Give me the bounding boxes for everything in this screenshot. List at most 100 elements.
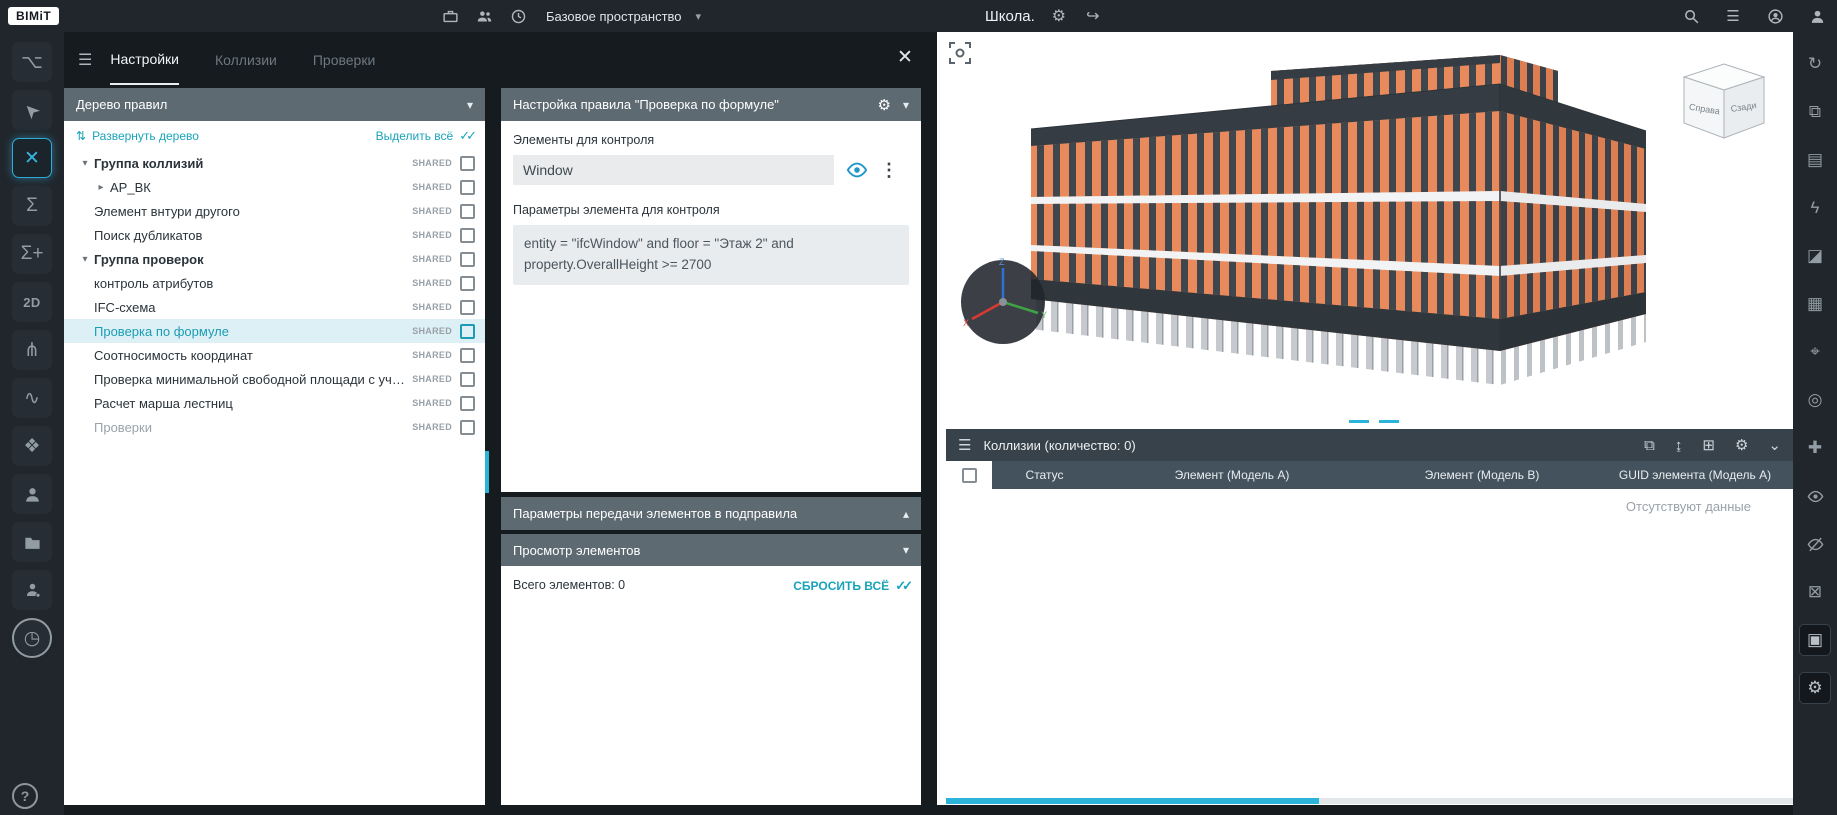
tree-item-checkbox[interactable] (460, 324, 475, 339)
2d-view-icon[interactable]: 2D (12, 282, 52, 322)
project-folder-icon[interactable] (12, 522, 52, 562)
tree-item-checkbox[interactable] (460, 420, 475, 435)
fit-height-icon[interactable]: ↨ (1675, 437, 1683, 454)
app-logo[interactable]: BIMiT (8, 7, 59, 25)
layers-icon[interactable]: ⧉ (1799, 96, 1831, 128)
workspace-switcher[interactable]: Базовое пространство ▾ (440, 6, 701, 26)
table-settings-gear-icon[interactable]: ⚙ (1735, 436, 1748, 454)
viewport-3d[interactable]: Z X Y Справа Сзади ☰ Коллизии (количеств… (937, 32, 1793, 805)
project-settings-gear-icon[interactable]: ⚙ (1049, 6, 1069, 26)
ruler-icon[interactable]: ▤ (1799, 144, 1831, 176)
tree-item[interactable]: Элемент внтури другого SHARED (64, 199, 485, 223)
circle-select-icon[interactable]: ◎ (1799, 384, 1831, 416)
tree-item[interactable]: ▾ Группа проверок SHARED (64, 247, 485, 271)
rules-tree-header[interactable]: Дерево правил ▾ (64, 88, 485, 121)
close-panel-icon[interactable]: ✕ (897, 46, 913, 69)
cube-view-icon[interactable]: ▣ (1799, 624, 1831, 656)
horizontal-scrollbar-thumb[interactable] (946, 798, 1319, 804)
hierarchy-icon[interactable]: ⋔ (12, 330, 52, 370)
caret-right-icon[interactable]: ▸ (92, 182, 110, 193)
view-elements-header[interactable]: Просмотр элементов ▾ (501, 534, 921, 566)
viewport-settings-gear-icon[interactable]: ⚙ (1799, 672, 1831, 704)
hide-eye-icon[interactable] (1799, 528, 1831, 560)
orbit-icon[interactable]: ↻ (1799, 48, 1831, 80)
expand-tree-icon[interactable]: ⇅ (76, 129, 86, 143)
section-icon[interactable]: ◪ (1799, 240, 1831, 272)
account-icon[interactable] (1765, 6, 1785, 26)
column-element-b[interactable]: Элемент (Модель B) (1367, 461, 1597, 489)
select-all-link[interactable]: Выделить всё (376, 129, 454, 143)
users-tool-icon[interactable] (12, 474, 52, 514)
users-icon[interactable] (474, 6, 494, 26)
collapse-caret-icon[interactable]: ▾ (467, 98, 473, 112)
tree-item[interactable]: Проверка минимальной свободной площади с… (64, 367, 485, 391)
rule-settings-header[interactable]: Настройка правила "Проверка по формуле" … (501, 88, 921, 121)
tree-item-checkbox[interactable] (460, 228, 475, 243)
tab-checks[interactable]: Проверки (313, 36, 375, 84)
summary-plus-icon[interactable]: Σ+ (12, 234, 52, 274)
select-all-checkbox[interactable] (962, 468, 977, 483)
tree-item[interactable]: Соотносимость координат SHARED (64, 343, 485, 367)
collapse-chevron-icon[interactable]: ⌄ (1768, 436, 1781, 454)
tree-item[interactable]: Поиск дубликатов SHARED (64, 223, 485, 247)
user-location-icon[interactable] (12, 570, 52, 610)
measure-icon[interactable]: ✚ (1799, 432, 1831, 464)
copy-icon[interactable]: ⧉ (1644, 437, 1655, 454)
tree-item-checkbox[interactable] (460, 300, 475, 315)
tree-item-checkbox[interactable] (460, 156, 475, 171)
building-model[interactable] (1017, 47, 1717, 447)
transfer-params-header[interactable]: Параметры передачи элементов в подправил… (501, 497, 921, 530)
collision-rules-icon[interactable]: ✕ (12, 138, 52, 178)
tree-item-checkbox[interactable] (460, 396, 475, 411)
caret-down-icon[interactable]: ▾ (76, 254, 94, 265)
tree-item-checkbox[interactable] (460, 372, 475, 387)
grid-icon[interactable]: ▦ (1799, 288, 1831, 320)
rule-gear-icon[interactable]: ⚙ (878, 96, 891, 114)
help-button[interactable]: ? (12, 783, 38, 809)
collapse-caret-icon[interactable]: ▾ (903, 98, 909, 112)
select-cursor-icon[interactable]: ➤ (12, 90, 52, 130)
panel-resize-handle[interactable] (1349, 420, 1399, 423)
more-options-icon[interactable]: ⋮ (880, 160, 898, 181)
toolbox-icon[interactable] (440, 6, 460, 26)
tree-item[interactable]: контроль атрибутов SHARED (64, 271, 485, 295)
collapse-caret-icon[interactable]: ▾ (903, 543, 909, 557)
user-profile-icon[interactable] (1807, 6, 1827, 26)
tab-collisions[interactable]: Коллизии (215, 36, 277, 84)
column-guid-a[interactable]: GUID элемента (Модель А) (1597, 461, 1793, 489)
summary-icon[interactable]: Σ (12, 186, 52, 226)
history-clock-icon[interactable] (508, 6, 528, 26)
expand-tree-link[interactable]: Развернуть дерево (92, 129, 199, 143)
tree-item-checkbox[interactable] (460, 252, 475, 267)
axis-gizmo[interactable]: Z X Y (955, 254, 1051, 350)
share-icon[interactable]: ↪ (1083, 6, 1103, 26)
tree-item-selected[interactable]: Проверка по формуле SHARED (64, 319, 485, 343)
collisions-menu-icon[interactable]: ☰ (958, 436, 971, 454)
hide-box-icon[interactable]: ⊠ (1799, 576, 1831, 608)
tree-item[interactable]: Проверки SHARED (64, 415, 485, 439)
tree-item[interactable]: Расчет марша лестниц SHARED (64, 391, 485, 415)
eye-visibility-icon[interactable] (846, 159, 868, 181)
fit-view-icon[interactable] (947, 40, 973, 71)
formula-editor[interactable]: entity = "ifcWindow" and floor = "Этаж 2… (513, 225, 909, 285)
tree-item-checkbox[interactable] (460, 276, 475, 291)
tree-item[interactable]: ▾ Группа коллизий SHARED (64, 151, 485, 175)
dashboard-gauge-icon[interactable]: ◷ (12, 618, 52, 658)
target-icon[interactable]: ⌖ (1799, 336, 1831, 368)
clash-lightning-icon[interactable]: ϟ (1799, 192, 1831, 224)
add-filter-icon[interactable]: ⊞ (1702, 436, 1715, 454)
show-eye-icon[interactable] (1799, 480, 1831, 512)
reset-all-link[interactable]: СБРОСИТЬ ВСЁ ✓✓ (793, 578, 909, 594)
tree-item-checkbox[interactable] (460, 204, 475, 219)
tree-item-checkbox[interactable] (460, 180, 475, 195)
tree-item[interactable]: IFC-схема SHARED (64, 295, 485, 319)
menu-list-icon[interactable]: ☰ (1723, 6, 1743, 26)
column-status[interactable]: Статус (992, 461, 1097, 489)
plugins-icon[interactable]: ❖ (12, 426, 52, 466)
panel-menu-icon[interactable]: ☰ (78, 50, 92, 70)
collapse-caret-up-icon[interactable]: ▴ (903, 507, 909, 521)
tree-item[interactable]: ▸ АР_ВК SHARED (64, 175, 485, 199)
tree-item-checkbox[interactable] (460, 348, 475, 363)
caret-down-icon[interactable]: ▾ (76, 158, 94, 169)
workspace-name[interactable]: Базовое пространство (546, 9, 682, 24)
